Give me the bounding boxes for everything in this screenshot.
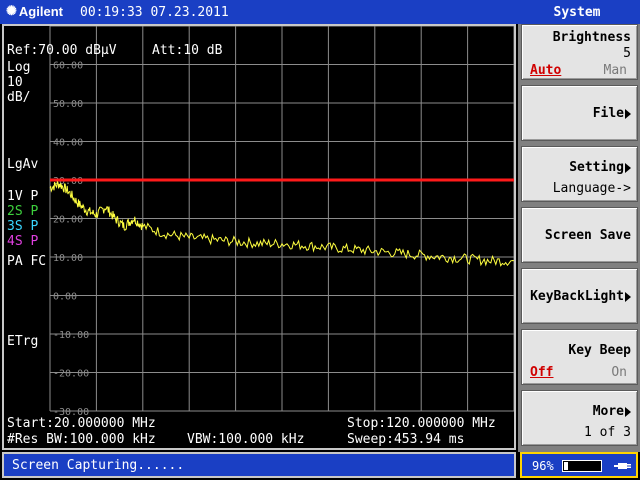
spectrum-plot: 60.0050.0040.0030.0020.0010.000.00-10.00… [49,26,514,418]
file-softkey[interactable]: File [521,85,638,141]
trace-2-label: 2S P [7,204,39,219]
top-bar: ✺ Agilent 00:19:33 07.23.2011 System [0,0,640,24]
trace-3-label: 3S P [7,219,39,234]
external-trigger: ETrg [7,334,39,349]
key-beep-on-option: On [611,365,627,380]
scale-value: 10 [7,75,23,90]
y-tick-label: 0.00 [53,292,77,303]
submenu-arrow-icon [625,108,631,119]
keybacklight-softkey[interactable]: KeyBackLight [521,268,638,324]
setting-label: Setting [569,160,631,175]
sweep-time: Sweep:453.94 ms [347,432,465,447]
y-tick-label: 20.00 [53,215,83,226]
ref-level: Ref:70.00 dBµV [7,43,117,58]
spectrum-display: 60.0050.0040.0030.0020.0010.000.00-10.00… [2,24,516,450]
brightness-value: 5 [623,46,631,61]
video-bandwidth: VBW:100.000 kHz [187,432,305,447]
language-sublabel: Language-> [552,181,631,196]
submenu-arrow-icon [625,162,631,173]
brand-name: Agilent [18,3,63,19]
screen-save-softkey[interactable]: Screen Save [521,207,638,263]
more-page-indicator: 1 of 3 [584,425,631,440]
y-tick-label: -10.00 [53,330,89,341]
file-label-text: File [592,106,624,121]
datetime: 00:19:33 07.23.2011 [80,5,229,20]
softkey-panel: Brightness 5 Auto Man File Setting Langu… [518,24,640,452]
keybacklight-label-text: KeyBackLight [530,289,624,304]
more-softkey[interactable]: More 1 of 3 [521,390,638,446]
more-label-text: More [592,404,624,419]
more-label: More [593,404,631,419]
y-tick-label: 60.00 [53,61,83,72]
file-label: File [593,106,631,121]
detector-mode: LgAv [7,157,39,172]
key-beep-softkey[interactable]: Key Beep Off On [521,329,638,385]
scale-type: Log [7,60,31,75]
key-beep-label: Key Beep [568,343,631,358]
submenu-arrow-icon [625,406,631,417]
y-tick-label: -20.00 [53,369,89,380]
brightness-softkey[interactable]: Brightness 5 Auto Man [521,24,638,80]
y-tick-label: 40.00 [53,138,83,149]
screen-save-label: Screen Save [544,228,631,243]
resolution-bandwidth: #Res BW:100.000 kHz [7,432,156,447]
start-frequency: Start:20.000000 MHz [7,416,156,431]
stop-frequency: Stop:120.000000 MHz [347,416,496,431]
battery-percent: 96% [532,459,554,473]
y-tick-label: 10.00 [53,253,83,264]
battery-indicator: 96% [520,452,638,478]
attenuation: Att:10 dB [152,43,223,58]
key-beep-off-option: Off [530,365,554,380]
trace-4-label: 4S P [7,234,39,249]
status-message: Screen Capturing...... [12,458,185,473]
power-plug-icon [614,463,631,469]
setting-label-text: Setting [569,160,624,175]
keybacklight-label: KeyBackLight [530,289,631,304]
pa-fc-indicator: PA FC [7,254,47,269]
brand-logo: ✺ Agilent [6,3,63,19]
brightness-auto-option: Auto [530,63,562,78]
status-bar: Screen Capturing...... [2,452,516,478]
setting-softkey[interactable]: Setting Language-> [521,146,638,202]
menu-title: System [553,5,601,20]
scale-unit: dB/ [7,90,31,105]
trace-1-label: 1V P [7,189,39,204]
battery-icon [562,460,602,472]
brightness-man-option: Man [603,63,627,78]
submenu-arrow-icon [625,291,631,302]
y-tick-label: 50.00 [53,99,83,110]
brightness-label: Brightness [552,30,631,45]
agilent-spark-icon: ✺ [6,3,17,18]
battery-fill [564,462,568,470]
